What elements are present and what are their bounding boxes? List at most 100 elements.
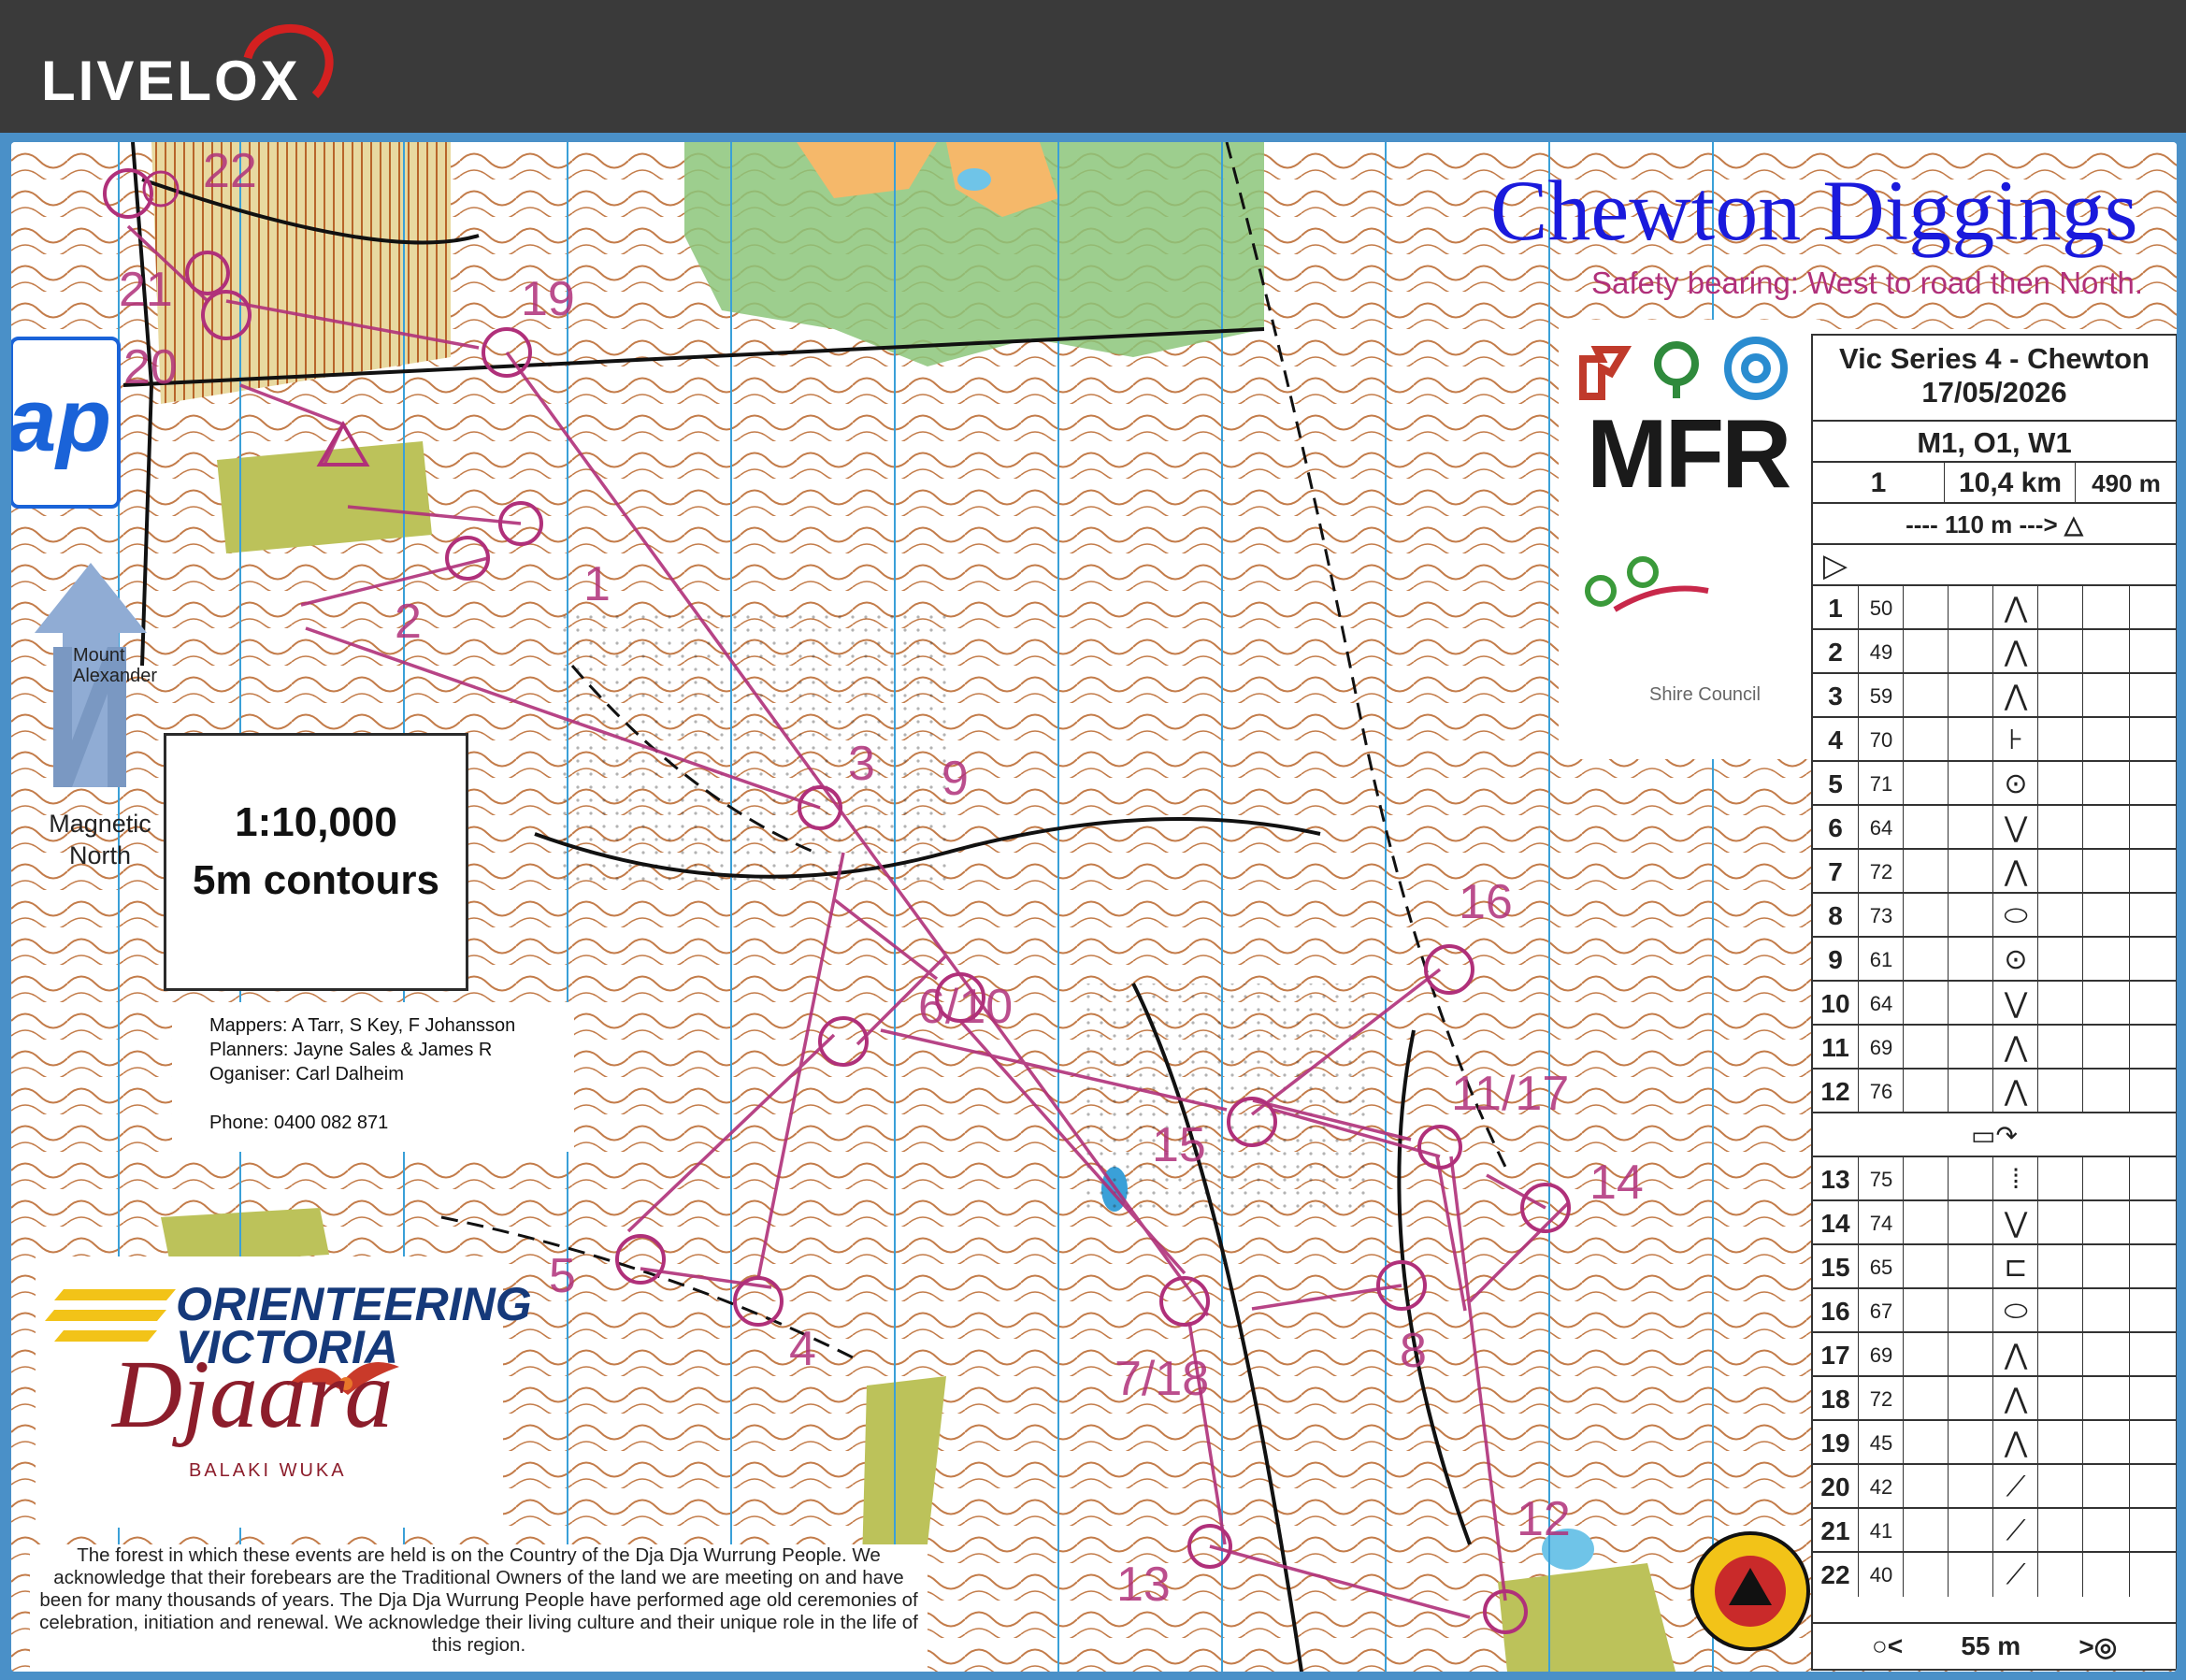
cc-control-row: 15 65 ⊏	[1813, 1243, 2176, 1289]
cc-control-number: 14	[1820, 1208, 1850, 1238]
cc-control-row: 5 71 ⊙	[1813, 760, 2176, 806]
cc-empty-cell	[1903, 1333, 1949, 1377]
cc-feature-icon: ⋀	[1992, 630, 2038, 674]
control-number-15: 15	[1152, 1118, 1206, 1172]
cc-empty-cell	[2037, 1333, 2083, 1377]
cc-feature-icon: ⟋	[1992, 1553, 2038, 1597]
cc-feature-icon: ⊦	[1992, 718, 2038, 762]
cc-empty-cell	[1903, 762, 1949, 806]
scale-box: 1:10,000 5m contours	[164, 733, 468, 991]
control-number-11-17: 11/17	[1451, 1067, 1569, 1121]
cc-empty-cell	[2037, 718, 2083, 762]
triangle-icon: △	[2064, 510, 2083, 538]
cc-control-number: 19	[1820, 1428, 1850, 1457]
safety-bearing: Safety bearing: West to road then North.	[1591, 266, 2144, 300]
djaara-subtitle: BALAKI WUKA	[189, 1460, 347, 1481]
cc-control-row: 18 72 ⋀	[1813, 1375, 2176, 1421]
cc-feature-icon: ⋁	[1992, 806, 2038, 850]
cc-empty-cell	[2082, 1377, 2130, 1421]
cc-control-number: 5	[1828, 768, 1843, 798]
cc-control-number: 17	[1820, 1340, 1850, 1370]
cc-feature-icon: ⋀	[1992, 1070, 2038, 1113]
control-number-21: 21	[119, 263, 173, 317]
cc-control-row: 10 64 ⋁	[1813, 980, 2176, 1026]
cc-empty-cell	[1903, 1201, 1949, 1245]
finish-double-circle-icon: >◎	[2078, 1631, 2118, 1661]
cc-control-code: 61	[1858, 938, 1904, 982]
cc-control-code: 76	[1858, 1070, 1904, 1113]
cc-control-code: 64	[1858, 982, 1904, 1026]
cc-empty-cell	[2129, 1333, 2177, 1377]
cc-empty-cell	[2082, 1421, 2130, 1465]
cc-empty-cell	[2082, 1245, 2130, 1289]
cc-control-number: 8	[1828, 900, 1843, 930]
cc-control-row: 19 45 ⋀	[1813, 1419, 2176, 1465]
cc-empty-cell	[2082, 1333, 2130, 1377]
cc-control-row: 22 40 ⟋	[1813, 1551, 2176, 1597]
cc-control-row: 17 69 ⋀	[1813, 1331, 2176, 1377]
cc-empty-cell	[1948, 1157, 1993, 1201]
control-number-16: 16	[1459, 875, 1513, 929]
cc-climb: 490 m	[2075, 463, 2177, 504]
cc-control-code: 40	[1858, 1553, 1904, 1597]
cc-control-number: 1	[1828, 593, 1843, 623]
cc-empty-cell	[2082, 894, 2130, 938]
cc-control-code: 70	[1858, 718, 1904, 762]
cc-control-number: 10	[1820, 988, 1850, 1018]
north-label-line-2: North	[68, 841, 132, 869]
cc-length: 10,4 km	[1944, 463, 2076, 504]
cc-control-number: 20	[1820, 1472, 1850, 1501]
magnetic-north-label: Magnetic North	[30, 808, 170, 871]
cc-empty-cell	[2082, 1070, 2130, 1113]
cc-feature-icon: ⋀	[1992, 674, 2038, 718]
cc-control-row: 9 61 ⊙	[1813, 936, 2176, 982]
control-number-22: 22	[203, 144, 257, 198]
cc-empty-cell	[1948, 762, 1993, 806]
cc-control-code: 42	[1858, 1465, 1904, 1509]
cc-feature-icon: ⋀	[1992, 586, 2038, 630]
cc-start-note: ---- 110 m ---> △	[1813, 504, 2176, 545]
cc-control-code: 65	[1858, 1245, 1904, 1289]
cc-empty-cell	[1948, 1245, 1993, 1289]
cc-control-number: 21	[1820, 1515, 1850, 1545]
north-label-line-1: Magnetic	[49, 810, 151, 838]
cc-control-code: 41	[1858, 1509, 1904, 1553]
cc-empty-cell	[1903, 1289, 1949, 1333]
cc-empty-cell	[1948, 1289, 1993, 1333]
cc-control-number: 16	[1820, 1296, 1850, 1326]
cc-empty-cell	[1948, 630, 1993, 674]
cc-empty-cell	[1948, 1201, 1993, 1245]
cc-empty-cell	[2129, 674, 2177, 718]
control-number-8: 8	[1400, 1324, 1427, 1378]
cc-control-number: 13	[1820, 1164, 1850, 1194]
cc-empty-cell	[2037, 982, 2083, 1026]
cc-date: 17/05/2026	[1921, 376, 2067, 409]
cc-empty-cell	[2082, 938, 2130, 982]
cc-empty-cell	[2037, 630, 2083, 674]
cc-control-number: 12	[1820, 1076, 1850, 1106]
map-viewport[interactable]: 1 2 3 4 5 6/10 7/18 8 9 11/17 12 13 14 1…	[11, 142, 2177, 1672]
council-line-2: Alexander	[73, 666, 158, 686]
cc-empty-cell	[1903, 1157, 1949, 1201]
cc-empty-cell	[1948, 1377, 1993, 1421]
cc-control-row: 20 42 ⟋	[1813, 1463, 2176, 1509]
cc-control-row: 6 64 ⋁	[1813, 804, 2176, 850]
cc-control-code: 74	[1858, 1201, 1904, 1245]
cc-feature-icon: ⋁	[1992, 1201, 2038, 1245]
cc-empty-cell	[2129, 1026, 2177, 1070]
council-line-3: Shire Council	[1649, 684, 1761, 705]
cc-empty-cell	[1903, 1026, 1949, 1070]
map-contours: 5m contours	[192, 857, 440, 903]
cc-empty-cell	[1948, 982, 1993, 1026]
cc-control-number: 22	[1820, 1559, 1850, 1589]
cc-empty-cell	[1948, 1509, 1993, 1553]
cc-control-row: 21 41 ⟋	[1813, 1507, 2176, 1553]
cc-start-text: ---- 110 m --->	[1906, 510, 2058, 538]
finish-circle-icon: ○<	[1871, 1631, 1904, 1660]
cc-control-code: 67	[1858, 1289, 1904, 1333]
control-number-13: 13	[1116, 1558, 1171, 1612]
cc-empty-cell	[1903, 1421, 1949, 1465]
cc-empty-cell	[2129, 1377, 2177, 1421]
cc-control-row: 13 75 ⁞	[1813, 1156, 2176, 1201]
cc-control-number: 15	[1820, 1252, 1850, 1282]
